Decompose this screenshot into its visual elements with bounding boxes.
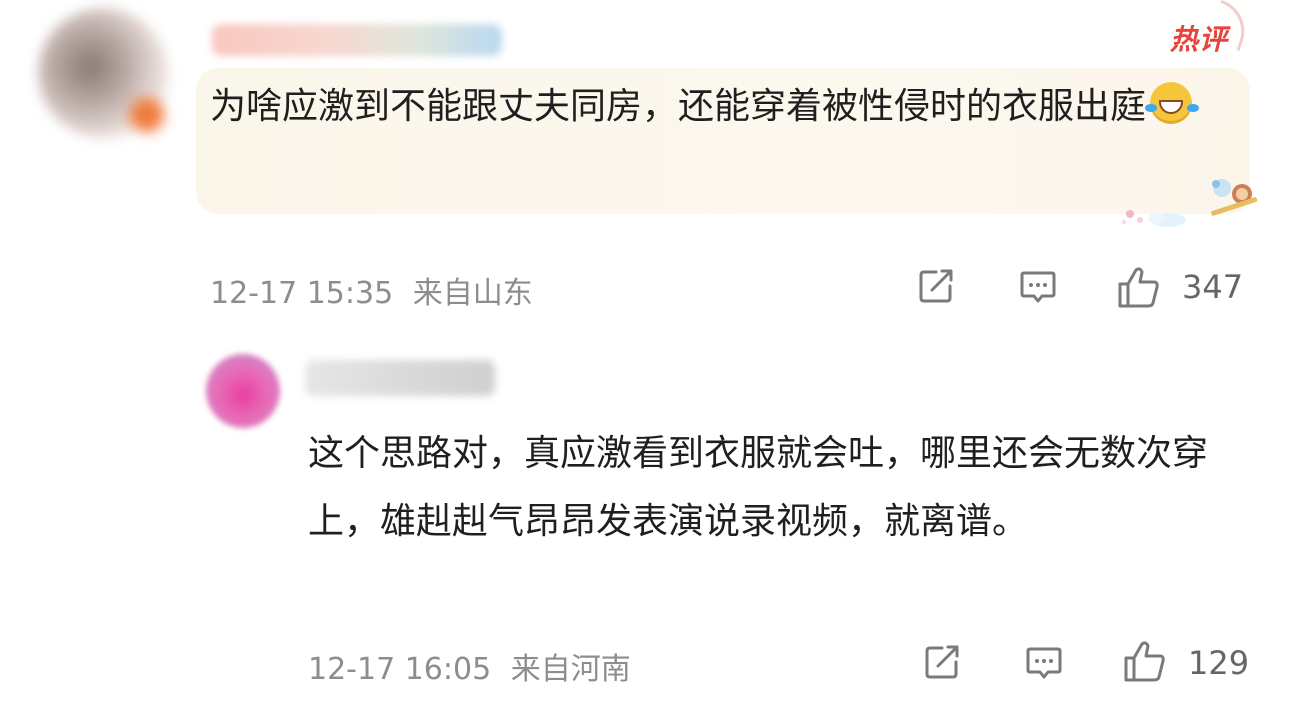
reply-location: 来自河南 <box>510 652 631 687</box>
reply-timestamp: 12-17 16:05 <box>308 652 492 687</box>
reply-text: 这个思路对，真应激看到衣服就会吐，哪里还会无数次穿上，雄赳赳气昂昂发表演说录视频… <box>308 433 1209 542</box>
bubble-decoration-sticker <box>1122 179 1258 227</box>
comment-timestamp: 12-17 15:35 <box>210 276 394 311</box>
like-icon[interactable] <box>1116 264 1162 310</box>
reply-like-count: 129 <box>1188 644 1250 682</box>
reply-avatar[interactable] <box>206 354 280 428</box>
laughing-crying-emoji-icon <box>1145 82 1193 124</box>
share-icon[interactable] <box>916 266 956 306</box>
reply-like-icon[interactable] <box>1122 638 1168 684</box>
comment-icon[interactable] <box>1018 266 1058 306</box>
like-count: 347 <box>1182 268 1244 306</box>
reply-meta: 12-17 16:05 来自河南 <box>308 644 631 688</box>
reply-username-blurred[interactable] <box>305 360 495 396</box>
comment-text-content: 为啥应激到不能跟丈夫同房，还能穿着被性侵时的衣服出庭 <box>210 86 1147 127</box>
comment-text: 为啥应激到不能跟丈夫同房，还能穿着被性侵时的衣服出庭 <box>210 76 1220 138</box>
username-blurred[interactable] <box>212 24 502 56</box>
reply-comment-icon[interactable] <box>1024 642 1064 682</box>
hot-comment-badge: 热评 <box>1170 18 1228 58</box>
comment-location: 来自山东 <box>412 276 533 311</box>
comment-meta: 12-17 15:35 来自山东 <box>210 268 533 312</box>
avatar[interactable] <box>38 8 168 138</box>
reply-share-icon[interactable] <box>922 642 962 682</box>
